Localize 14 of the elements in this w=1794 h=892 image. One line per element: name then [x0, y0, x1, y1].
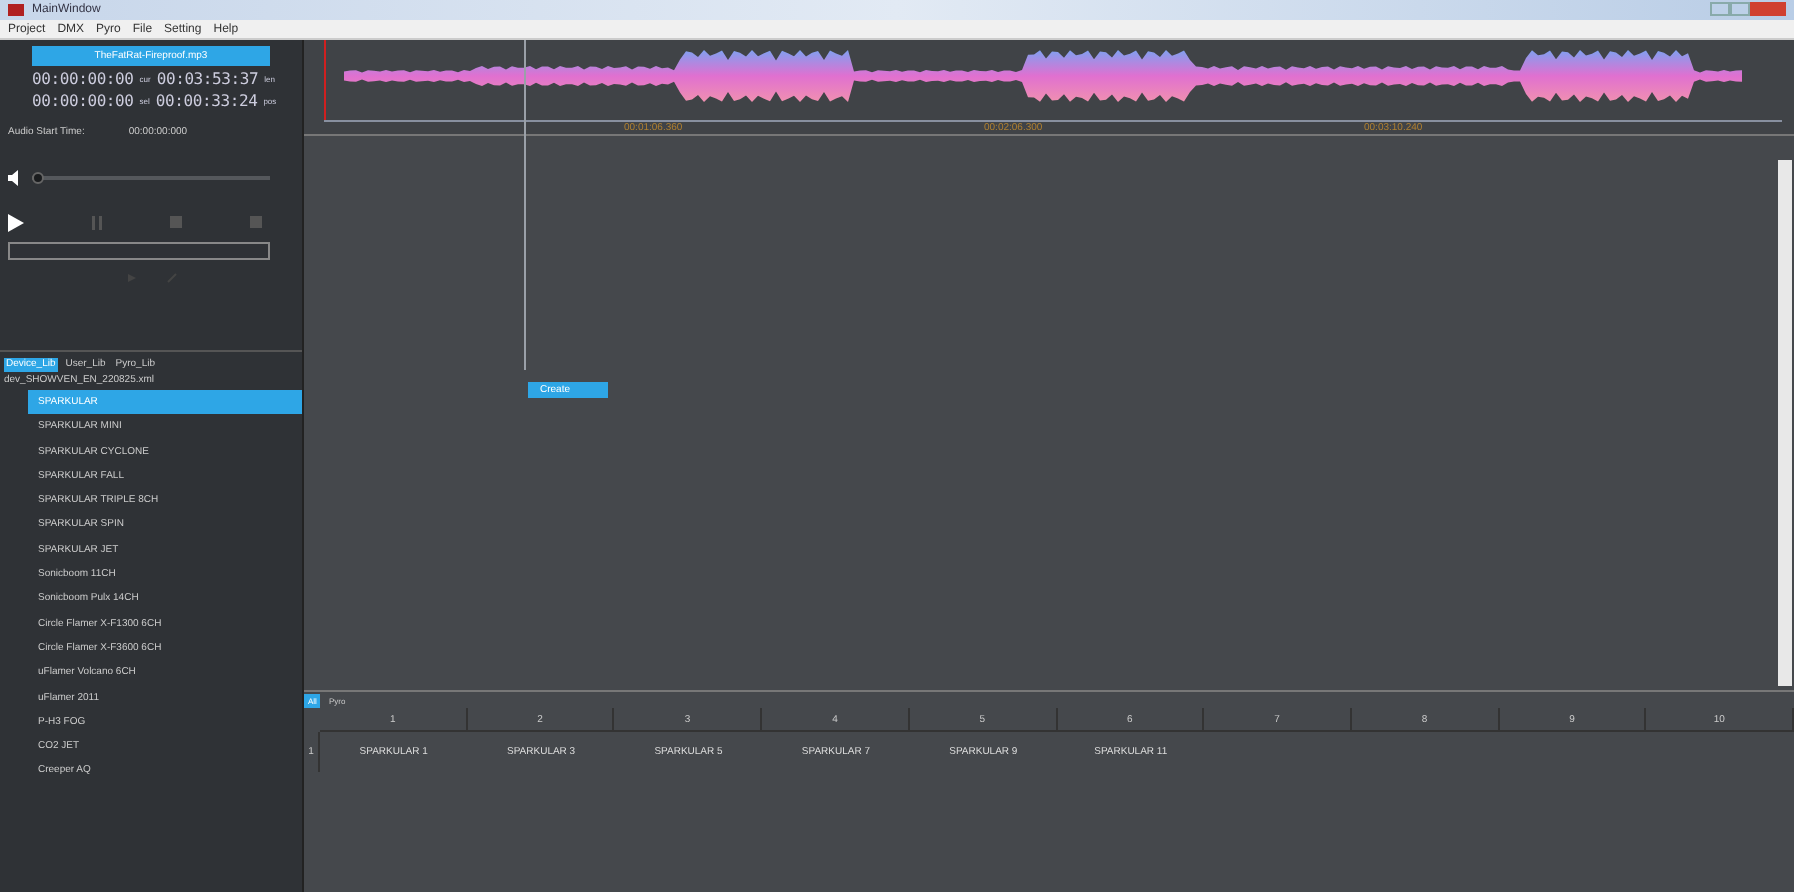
stop-icon[interactable] [170, 216, 182, 228]
volume-thumb[interactable] [32, 171, 44, 183]
app-icon [8, 4, 24, 16]
pause-icon[interactable] [92, 215, 102, 229]
timecode: 00:00:00:00 [32, 70, 134, 88]
minimize-button[interactable] [1710, 2, 1730, 16]
playhead-marker [324, 40, 326, 120]
timecode: 00:00:00:00 [32, 92, 134, 110]
timecode: 00:00:33:24 [155, 92, 258, 110]
play-icon[interactable] [8, 213, 24, 231]
timecode: 00:03:53:37 [156, 70, 259, 88]
speaker-icon[interactable] [8, 169, 24, 185]
maximize-button[interactable] [1730, 2, 1750, 16]
close-button[interactable] [1750, 2, 1786, 16]
